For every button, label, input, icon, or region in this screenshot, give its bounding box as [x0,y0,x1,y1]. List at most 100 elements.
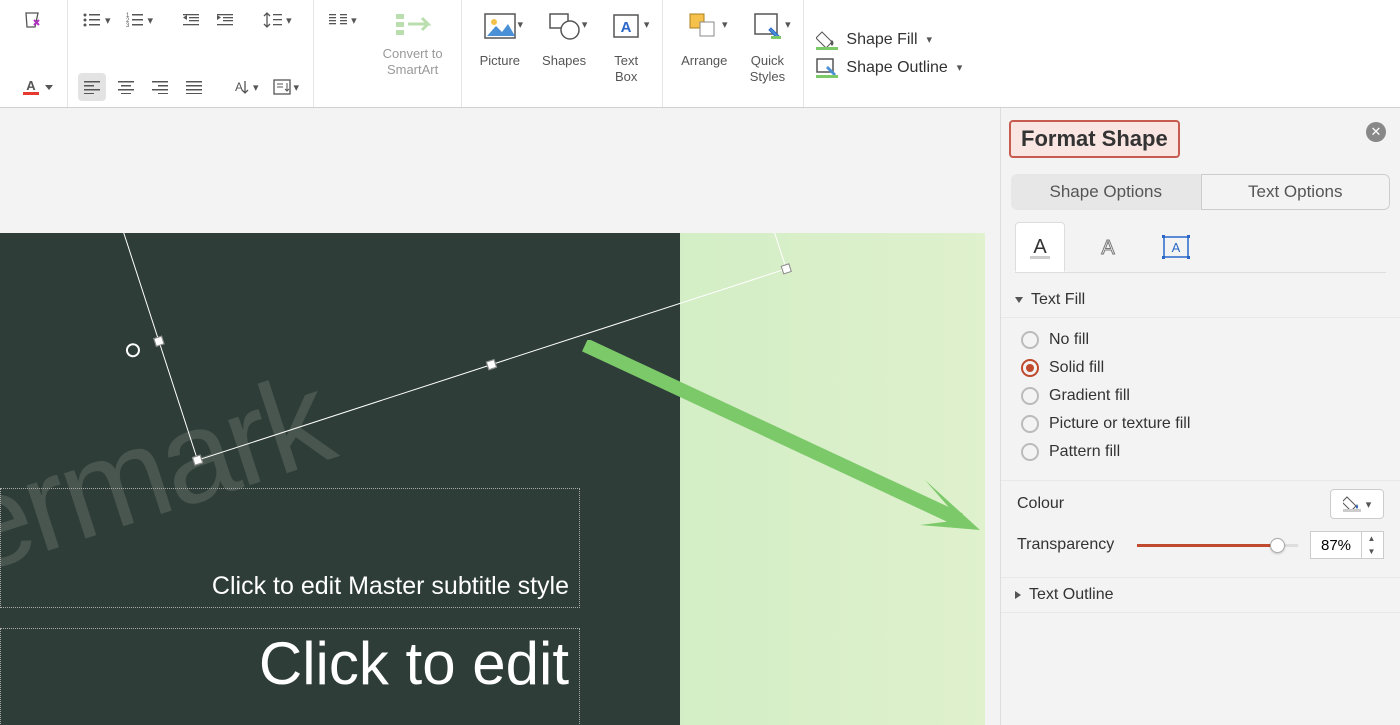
title-placeholder[interactable]: Click to edit [0,628,580,725]
align-center-icon [117,80,135,94]
picture-label: Picture [480,53,520,69]
shapes-label: Shapes [542,53,586,69]
radio-pattern-fill[interactable]: Pattern fill [1021,438,1386,466]
transparency-spinbox[interactable]: ▲▼ [1310,531,1384,559]
clear-formatting-button[interactable] [18,6,46,34]
selection-handle[interactable] [781,263,792,274]
tab-shape-options[interactable]: Shape Options [1011,174,1201,210]
shape-fill-button[interactable]: Shape Fill ▾ [816,30,962,50]
spin-up[interactable]: ▲ [1362,532,1381,545]
subtab-text-effects[interactable]: A [1083,222,1133,272]
chevron-down-icon: ▾ [518,18,524,31]
columns-icon [328,12,348,28]
arrange-button[interactable]: ▾ Arrange [673,6,735,101]
subtab-text-box[interactable]: A [1151,222,1201,272]
increase-indent-button[interactable] [211,6,239,34]
shapes-button[interactable]: ▾ Shapes [534,6,594,101]
quick-styles-icon [749,10,785,42]
smartart-icon [394,10,432,42]
close-pane-button[interactable]: ✕ [1366,122,1386,142]
chevron-down-icon: ▾ [294,81,300,94]
subtab-text-fill[interactable]: A [1015,222,1065,272]
text-direction-button[interactable]: A▾ [228,73,263,101]
arrange-label: Arrange [681,53,727,69]
transparency-label: Transparency [1017,536,1125,554]
font-color-icon: A [22,78,40,96]
quick-styles-button[interactable]: ▾ Quick Styles [741,6,793,101]
decrease-indent-button[interactable] [177,6,205,34]
radio-gradient-fill[interactable]: Gradient fill [1021,382,1386,410]
text-fill-icon: A [1027,234,1053,260]
section-text-outline-label: Text Outline [1029,586,1113,604]
picture-icon [482,10,518,42]
svg-text:A: A [235,80,243,94]
shape-fill-label: Shape Fill [846,31,917,49]
align-text-button[interactable]: ▾ [269,73,304,101]
align-justify-button[interactable] [180,73,208,101]
subtitle-placeholder-text: Click to edit Master subtitle style [212,572,569,601]
chevron-down-icon: ▾ [722,18,728,31]
chevron-down-icon: ▾ [286,14,292,27]
transparency-row: Transparency ▲▼ [1001,527,1400,578]
pane-title: Format Shape [1009,120,1180,158]
convert-to-smartart-label: Convert to SmartArt [383,46,443,77]
subtitle-placeholder[interactable]: Click to edit Master subtitle style [0,488,580,608]
spin-down[interactable]: ▼ [1362,545,1381,558]
section-text-fill[interactable]: Text Fill [1001,283,1400,318]
radio-no-fill[interactable]: No fill [1021,326,1386,354]
text-box-prop-icon: A [1162,235,1190,259]
section-text-fill-label: Text Fill [1031,291,1085,309]
chevron-down-icon: ▾ [582,18,588,31]
pane-tabs: Shape Options Text Options [1011,174,1390,210]
slide[interactable]: termark Click to edit Master subtitle st… [0,233,985,725]
chevron-down-icon: ▾ [957,61,963,74]
columns-button[interactable]: ▾ [324,6,361,34]
transparency-input[interactable] [1311,532,1361,558]
colour-picker-button[interactable]: ▾ [1330,489,1384,519]
colour-label: Colour [1017,495,1064,513]
title-placeholder-text: Click to edit [259,629,569,698]
decrease-indent-icon [182,12,200,28]
shape-outline-button[interactable]: Shape Outline ▾ [816,58,962,78]
text-fill-options: No fill Solid fill Gradient fill Picture… [1001,318,1400,481]
align-left-icon [83,80,101,94]
line-spacing-icon [263,11,283,29]
align-justify-icon [185,80,203,94]
align-right-button[interactable] [146,73,174,101]
paint-bucket-icon [1343,496,1361,512]
chevron-down-icon: ▾ [351,14,357,27]
radio-picture-fill[interactable]: Picture or texture fill [1021,410,1386,438]
svg-text:A: A [26,78,36,93]
selection-handle[interactable] [153,336,164,347]
transparency-slider[interactable] [1137,535,1298,555]
numbering-icon: 123 [125,11,145,29]
svg-text:A: A [1172,240,1181,255]
svg-text:A: A [1033,236,1047,258]
radio-solid-fill[interactable]: Solid fill [1021,354,1386,382]
section-text-outline[interactable]: Text Outline [1001,578,1400,613]
bullets-icon [82,11,102,29]
numbering-button[interactable]: 123▾ [121,6,158,34]
shapes-icon [546,10,582,42]
shape-fill-icon [816,30,838,50]
text-box-button[interactable]: A ▾ Text Box [600,6,652,101]
svg-text:A: A [1101,237,1115,259]
shape-outline-icon [816,58,838,78]
align-left-button[interactable] [78,73,106,101]
chevron-down-icon: ▾ [927,33,933,46]
bullets-button[interactable]: ▾ [78,6,115,34]
picture-button[interactable]: ▾ Picture [472,6,528,101]
tab-text-options[interactable]: Text Options [1201,174,1391,210]
clear-format-icon [22,10,42,30]
text-box-icon: A [608,10,644,42]
align-center-button[interactable] [112,73,140,101]
line-spacing-button[interactable]: ▾ [259,6,296,34]
pane-subtabs: A A A [1015,222,1386,273]
font-color-button[interactable]: A [18,73,57,101]
convert-to-smartart-button[interactable]: Convert to SmartArt [375,6,451,101]
chevron-down-icon: ▾ [253,81,259,94]
format-shape-pane: Format Shape ✕ Shape Options Text Option… [1000,108,1400,725]
chevron-down-icon: ▾ [148,14,154,27]
align-right-icon [151,80,169,94]
shape-outline-label: Shape Outline [846,59,947,77]
